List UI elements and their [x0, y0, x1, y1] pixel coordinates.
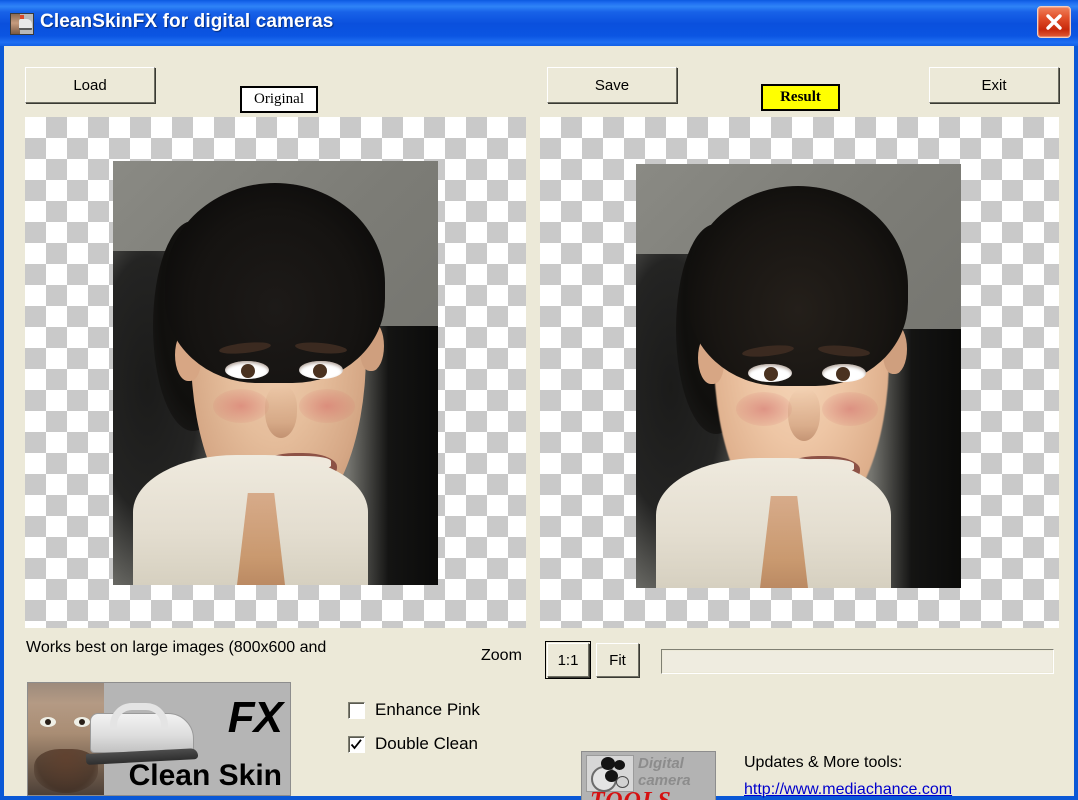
- original-image-panel[interactable]: [25, 117, 526, 628]
- enhance-pink-label: Enhance Pink: [375, 700, 480, 719]
- result-image-panel[interactable]: [540, 117, 1059, 628]
- mediachance-link[interactable]: http://www.mediachance.com: [744, 781, 952, 799]
- client-area: Load Save Exit Original Result Works bes…: [4, 46, 1074, 800]
- double-clean-checkbox[interactable]: Double Clean: [348, 734, 478, 754]
- title-bar: CleanSkinFX for digital cameras: [0, 0, 1078, 46]
- zoom-fit-button[interactable]: Fit: [596, 643, 639, 677]
- result-photo: [636, 164, 961, 588]
- original-label: Original: [240, 86, 318, 113]
- logo-fx-text: FX: [227, 693, 283, 742]
- camera-icon: [586, 755, 634, 792]
- app-icon: [10, 13, 34, 35]
- dct-camera-text: camera: [638, 772, 691, 789]
- progress-bar: [661, 649, 1054, 674]
- dct-digital-text: Digital: [638, 755, 684, 772]
- original-photo: [113, 161, 438, 585]
- close-icon[interactable]: [1037, 6, 1071, 38]
- save-button[interactable]: Save: [547, 67, 677, 103]
- logo-cleanskin-text: Clean Skin: [128, 759, 282, 792]
- hint-text: Works best on large images (800x600 and: [26, 639, 327, 656]
- zoom-1to1-button[interactable]: 1:1: [545, 641, 591, 679]
- load-button[interactable]: Load: [25, 67, 155, 103]
- result-label: Result: [761, 84, 840, 111]
- window-title: CleanSkinFX for digital cameras: [40, 11, 334, 32]
- cleanskin-fx-logo: FX Clean Skin: [27, 682, 291, 796]
- updates-label: Updates & More tools:: [744, 754, 903, 771]
- app-window: CleanSkinFX for digital cameras Load Sav…: [0, 0, 1078, 800]
- double-clean-label: Double Clean: [375, 734, 479, 753]
- digital-camera-tools-logo[interactable]: Digital camera TOOLS: [581, 751, 716, 800]
- dct-tools-text: TOOLS: [590, 788, 672, 800]
- zoom-label: Zoom: [481, 647, 522, 664]
- checkbox-box-checked-icon: [348, 735, 365, 753]
- enhance-pink-checkbox[interactable]: Enhance Pink: [348, 700, 480, 720]
- checkbox-box-unchecked-icon: [348, 701, 365, 719]
- exit-button[interactable]: Exit: [929, 67, 1059, 103]
